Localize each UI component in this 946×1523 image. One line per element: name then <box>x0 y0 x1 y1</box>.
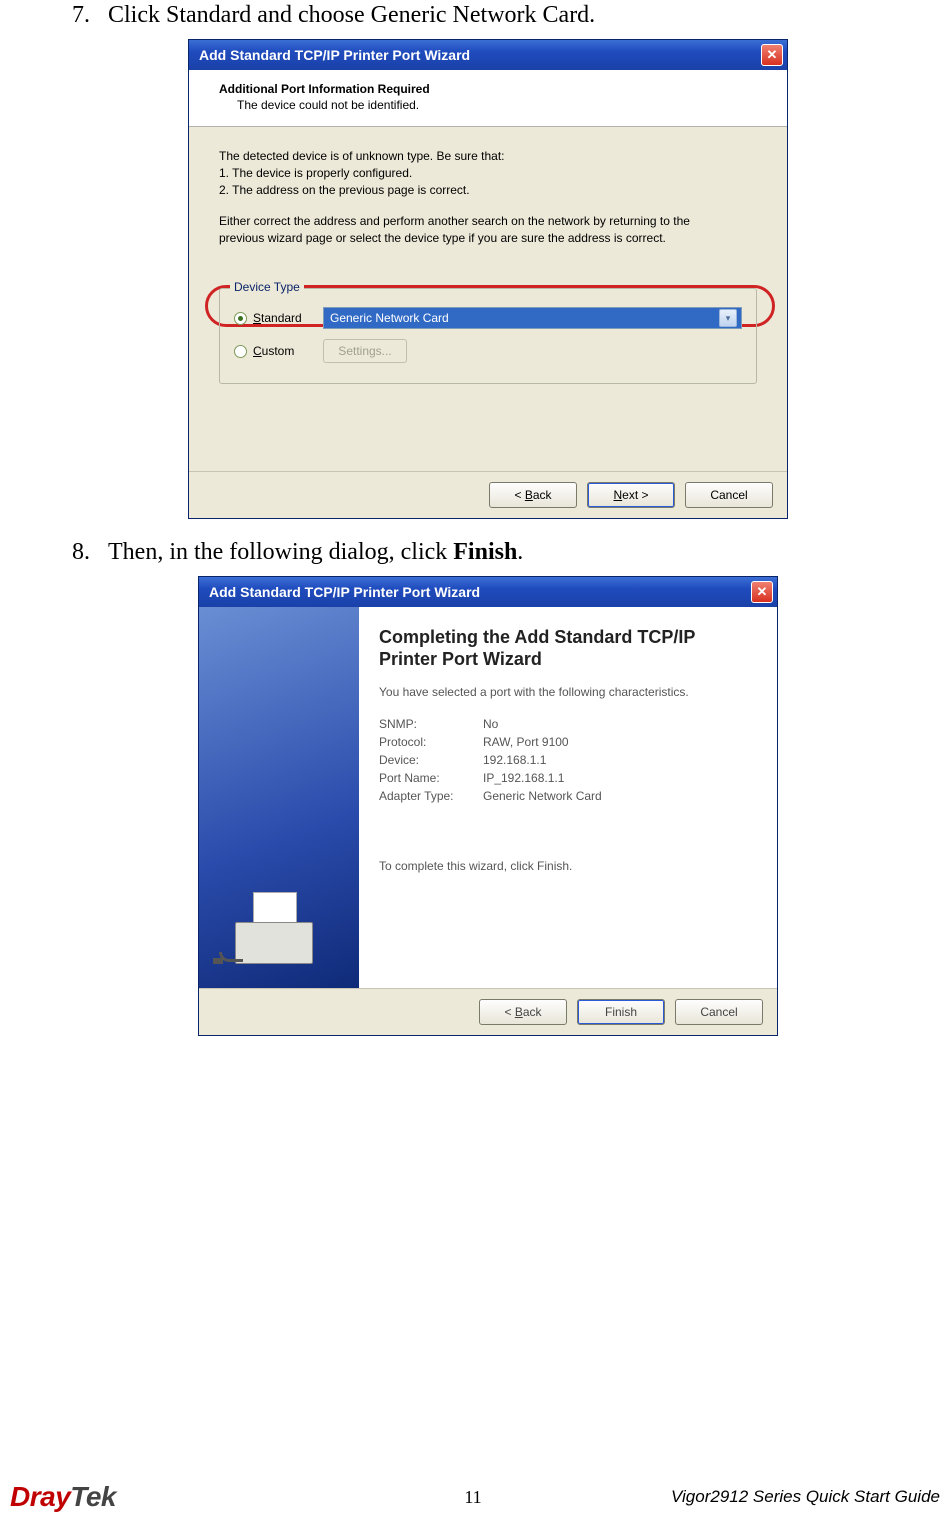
close-button[interactable]: ✕ <box>761 44 783 66</box>
complete-text: To complete this wizard, click Finish. <box>379 859 755 873</box>
window-title: Add Standard TCP/IP Printer Port Wizard <box>199 47 761 63</box>
row-port-name: Port Name:IP_192.168.1.1 <box>379 771 755 785</box>
dialog-footer: < Back Next > Cancel <box>189 471 787 518</box>
radio-row-standard[interactable]: Standard Generic Network Card ▾ <box>234 307 742 329</box>
dialog-header: Additional Port Information Required The… <box>189 70 787 127</box>
wizard-side-image <box>199 607 359 988</box>
close-icon: ✕ <box>767 47 778 63</box>
brand-logo: DrayTek <box>10 1481 116 1513</box>
titlebar[interactable]: Add Standard TCP/IP Printer Port Wizard … <box>199 577 777 607</box>
radio-dot-icon <box>238 316 243 321</box>
page-number: 11 <box>464 1487 481 1508</box>
body-para2b: previous wizard page or select the devic… <box>219 231 757 246</box>
cancel-button[interactable]: Cancel <box>685 482 773 508</box>
page-footer: DrayTek 11 Vigor2912 Series Quick Start … <box>0 1481 946 1513</box>
radio-standard[interactable] <box>234 312 247 325</box>
printer-icon <box>219 884 329 964</box>
header-title: Additional Port Information Required <box>219 82 767 96</box>
next-button[interactable]: Next > <box>587 482 675 508</box>
wizard-dialog-finish: Add Standard TCP/IP Printer Port Wizard … <box>198 576 778 1036</box>
finish-button[interactable]: Finish <box>577 999 665 1025</box>
back-button[interactable]: < Back <box>489 482 577 508</box>
dialog-footer: < Back Finish Cancel <box>199 988 777 1035</box>
body-intro: The detected device is of unknown type. … <box>219 149 757 164</box>
radio-standard-label: Standard <box>253 311 323 325</box>
body-para2a: Either correct the address and perform a… <box>219 214 757 229</box>
lead-text: You have selected a port with the follow… <box>379 685 755 699</box>
row-device: Device:192.168.1.1 <box>379 753 755 767</box>
device-type-select[interactable]: Generic Network Card ▾ <box>323 307 742 329</box>
chevron-down-icon[interactable]: ▾ <box>719 309 737 327</box>
body-line-2: 2. The address on the previous page is c… <box>219 183 757 198</box>
close-button[interactable]: ✕ <box>751 581 773 603</box>
step-7-text: Click Standard and choose Generic Networ… <box>108 0 906 31</box>
step-8: 8. Then, in the following dialog, click … <box>70 537 906 568</box>
radio-custom[interactable] <box>234 345 247 358</box>
row-adapter-type: Adapter Type:Generic Network Card <box>379 789 755 803</box>
step-7-number: 7. <box>70 0 108 31</box>
body-line-1: 1. The device is properly configured. <box>219 166 757 181</box>
close-icon: ✕ <box>757 584 768 600</box>
device-type-fieldset: Device Type Standard Generic Network Car… <box>219 288 757 384</box>
wizard-dialog-port-info: Add Standard TCP/IP Printer Port Wizard … <box>188 39 788 519</box>
row-protocol: Protocol:RAW, Port 9100 <box>379 735 755 749</box>
row-snmp: SNMP:No <box>379 717 755 731</box>
window-title: Add Standard TCP/IP Printer Port Wizard <box>209 584 751 600</box>
step-8-text: Then, in the following dialog, click Fin… <box>108 537 906 568</box>
radio-custom-label: Custom <box>253 344 323 358</box>
header-subtitle: The device could not be identified. <box>219 98 767 112</box>
step-8-number: 8. <box>70 537 108 568</box>
select-value: Generic Network Card <box>330 311 719 325</box>
step-7: 7. Click Standard and choose Generic Net… <box>70 0 906 31</box>
dialog-content: Completing the Add Standard TCP/IP Print… <box>359 607 777 988</box>
dialog-body: The detected device is of unknown type. … <box>189 127 787 471</box>
completing-heading: Completing the Add Standard TCP/IP Print… <box>379 627 755 670</box>
back-button[interactable]: < Back <box>479 999 567 1025</box>
cancel-button[interactable]: Cancel <box>675 999 763 1025</box>
titlebar[interactable]: Add Standard TCP/IP Printer Port Wizard … <box>189 40 787 70</box>
radio-row-custom[interactable]: Custom Settings... <box>234 339 742 363</box>
guide-name: Vigor2912 Series Quick Start Guide <box>671 1487 940 1507</box>
settings-button: Settings... <box>323 339 407 363</box>
fieldset-legend: Device Type <box>230 280 304 294</box>
